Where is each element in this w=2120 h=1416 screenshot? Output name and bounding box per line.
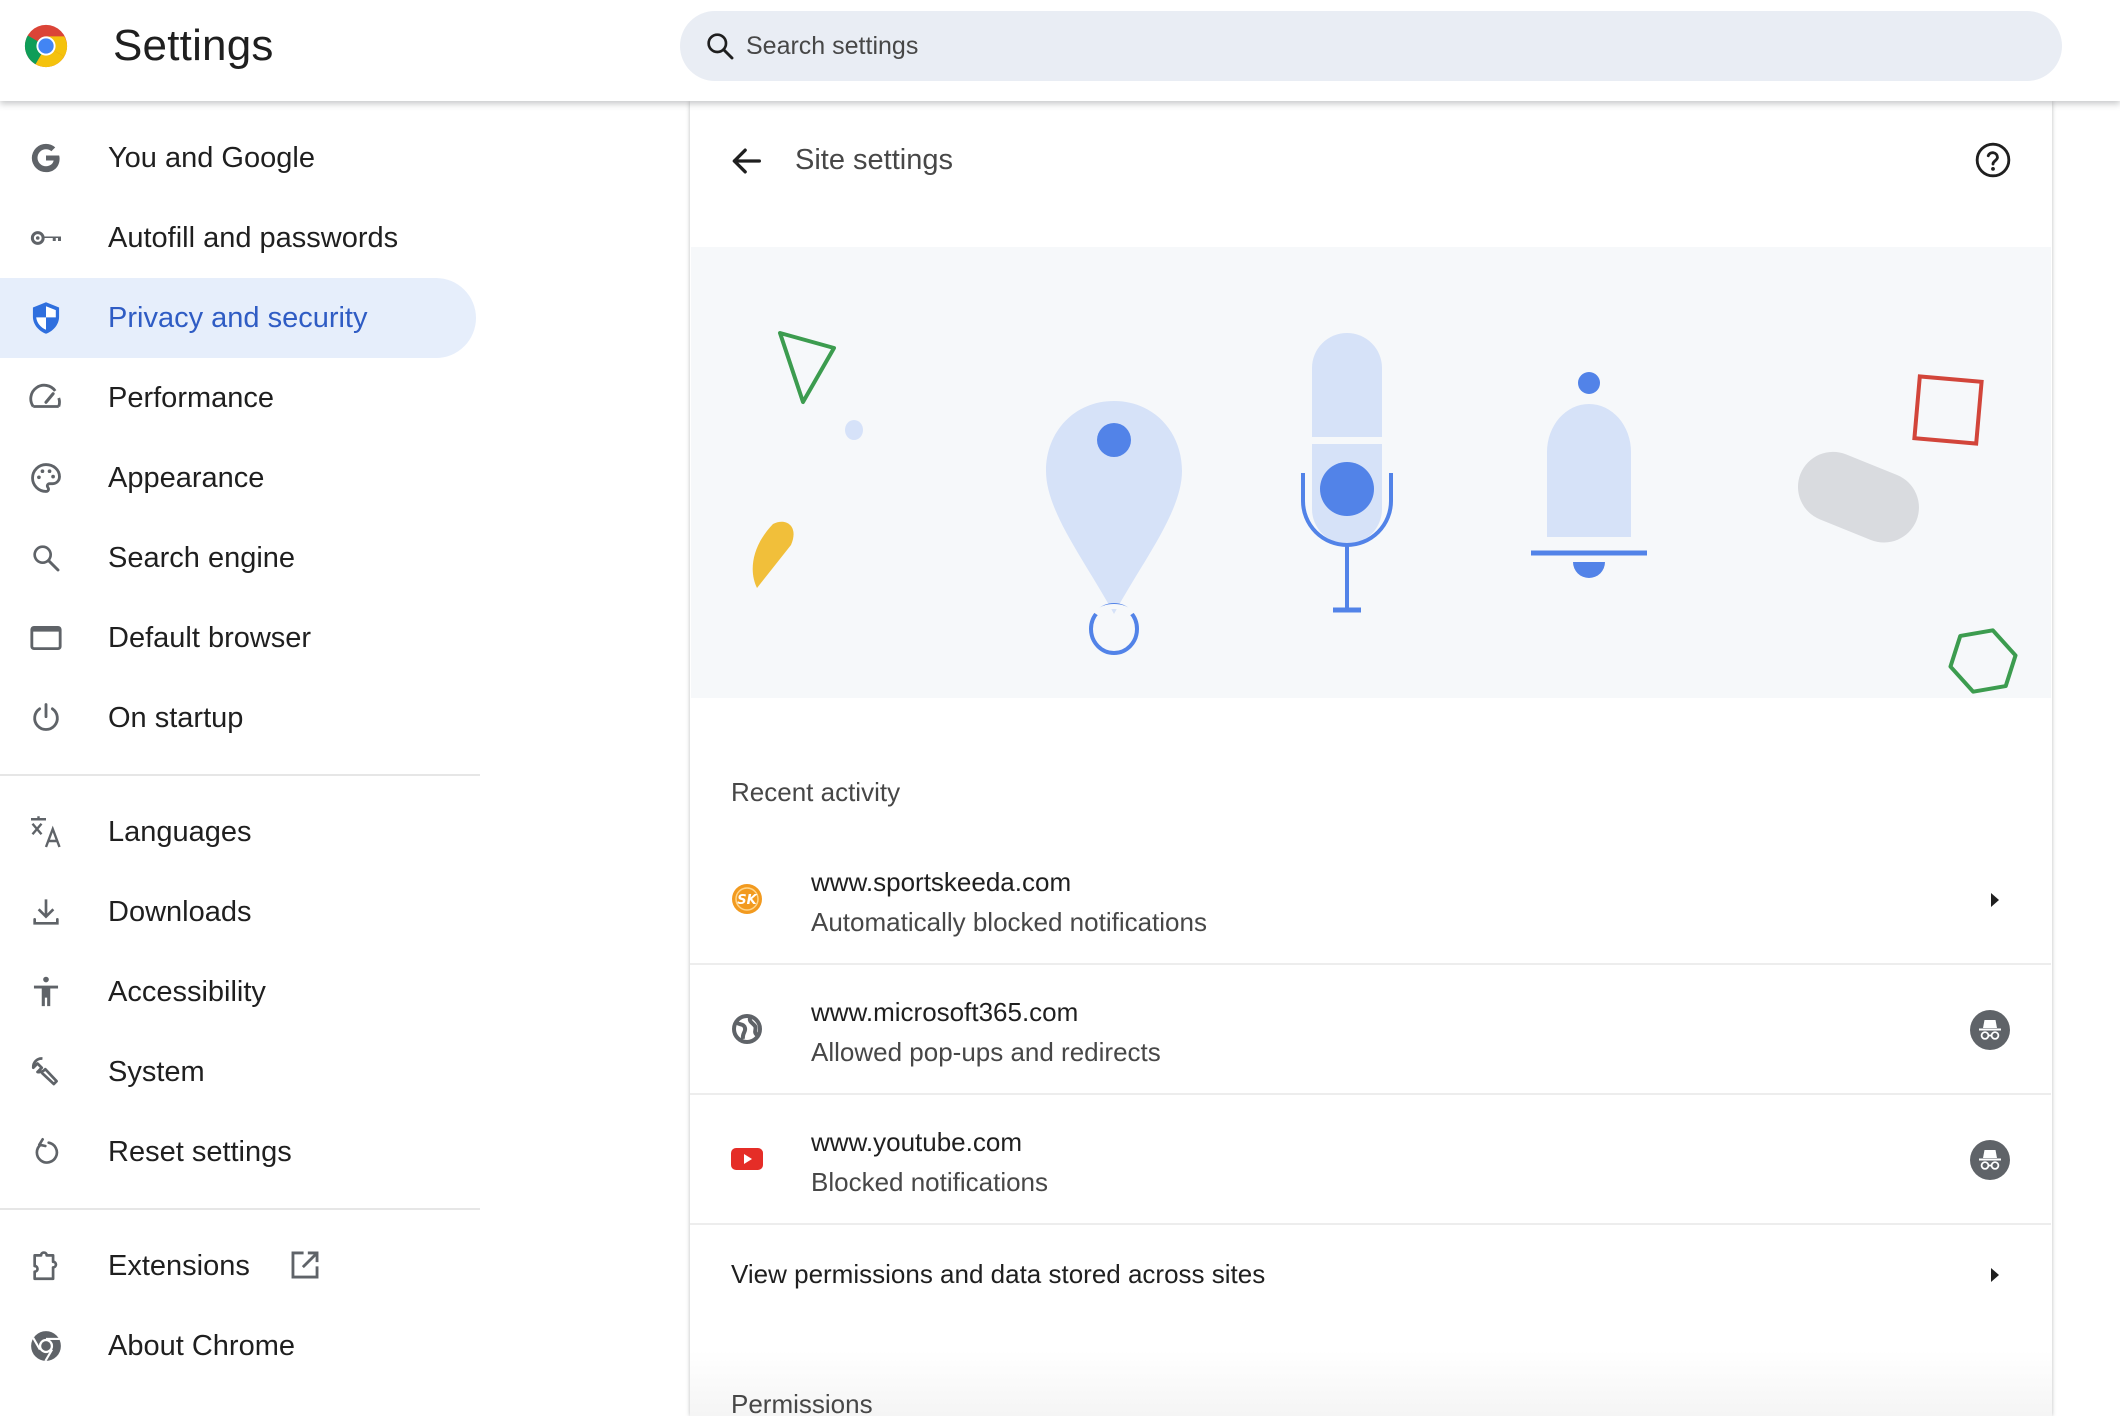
- speedometer-icon: [28, 380, 64, 416]
- chrome-icon: [28, 1328, 64, 1364]
- app-title: Settings: [113, 21, 274, 70]
- site-name: www.microsoft365.com: [811, 997, 1079, 1027]
- permissions-heading: Permissions: [731, 1389, 873, 1416]
- sidebar-item-label: Performance: [108, 382, 275, 414]
- sidebar-item-downloads[interactable]: Downloads: [0, 872, 476, 952]
- browser-window-icon: [28, 620, 64, 656]
- site-action: Blocked notifications: [811, 1167, 1049, 1197]
- sidebar-item-label: Downloads: [108, 896, 252, 928]
- sidebar-item-search-engine[interactable]: Search engine: [0, 518, 476, 598]
- accessibility-icon: [28, 974, 64, 1010]
- back-arrow-icon[interactable]: [726, 141, 766, 181]
- sidebar-divider: [0, 1208, 480, 1210]
- sidebar-item-label: Appearance: [108, 462, 265, 494]
- scroll-fade: [690, 1351, 2052, 1416]
- decor-leaf: [752, 521, 794, 588]
- wrench-icon: [28, 1054, 64, 1090]
- sidebar-item-label: On startup: [108, 702, 244, 734]
- site-settings-header: Site settings: [690, 101, 2052, 247]
- power-icon: [28, 700, 64, 736]
- sidebar-item-extensions[interactable]: Extensions: [0, 1226, 476, 1306]
- incognito-icon: [1970, 1140, 2010, 1180]
- sidebar-item-accessibility[interactable]: Accessibility: [0, 952, 476, 1032]
- search-settings-box[interactable]: [680, 11, 2062, 81]
- sidebar-item-privacy-and-security[interactable]: Privacy and security: [0, 278, 476, 358]
- sidebar-item-appearance[interactable]: Appearance: [0, 438, 476, 518]
- search-icon: [707, 33, 734, 60]
- decor-pill: [1797, 451, 1919, 543]
- sidebar-item-label: Autofill and passwords: [108, 222, 399, 254]
- key-icon: [28, 220, 64, 256]
- recent-activity-row[interactable]: www.youtube.com Blocked notifications: [690, 1095, 2051, 1225]
- sidebar-item-default-browser[interactable]: Default browser: [0, 598, 476, 678]
- recent-activity-row[interactable]: www.microsoft365.com Allowed pop-ups and…: [690, 965, 2051, 1095]
- decor-hexagon: [1948, 628, 2018, 694]
- sportskeeda-favicon-icon: SK: [732, 884, 762, 914]
- sidebar-item-label: Reset settings: [108, 1136, 292, 1168]
- view-permissions-and-data-row[interactable]: View permissions and data stored across …: [690, 1225, 2051, 1325]
- svg-text:SK: SK: [737, 893, 757, 908]
- sidebar-item-label: Accessibility: [108, 976, 266, 1008]
- decor-triangle: [778, 331, 836, 404]
- sidebar-item-label: Privacy and security: [108, 302, 368, 334]
- shield-icon: [28, 300, 64, 336]
- site-settings-card: Site settings Recent activity SK www.spo…: [690, 101, 2052, 1416]
- reset-icon: [28, 1134, 64, 1170]
- settings-sidebar: You and Google Autofill and passwords Pr…: [0, 101, 480, 1416]
- view-permissions-label: View permissions and data stored across …: [731, 1259, 1266, 1289]
- recent-activity-heading: Recent activity: [731, 777, 901, 807]
- globe-icon: [732, 1014, 762, 1044]
- sidebar-item-you-and-google[interactable]: You and Google: [0, 118, 476, 198]
- page-title: Site settings: [795, 144, 953, 176]
- youtube-favicon-icon: [731, 1148, 763, 1170]
- site-action: Automatically blocked notifications: [811, 907, 1207, 937]
- bell-illustration: [1531, 372, 1647, 578]
- sidebar-item-autofill[interactable]: Autofill and passwords: [0, 198, 476, 278]
- sidebar-item-performance[interactable]: Performance: [0, 358, 476, 438]
- sidebar-item-reset-settings[interactable]: Reset settings: [0, 1112, 476, 1192]
- recent-activity-row[interactable]: SK www.sportskeeda.com Automatically blo…: [690, 835, 2051, 965]
- sidebar-item-label: You and Google: [108, 142, 315, 174]
- site-action: Allowed pop-ups and redirects: [811, 1037, 1161, 1067]
- microphone-illustration: [1301, 333, 1393, 613]
- palette-icon: [28, 460, 64, 496]
- site-settings-illustration: [691, 247, 2051, 698]
- site-name: www.youtube.com: [811, 1127, 1022, 1157]
- decor-dot: [845, 420, 863, 440]
- help-icon[interactable]: [1974, 141, 2012, 179]
- sidebar-item-label: System: [108, 1056, 205, 1088]
- puzzle-icon: [28, 1248, 64, 1284]
- sidebar-item-languages[interactable]: Languages: [0, 792, 476, 872]
- sidebar-item-label: Languages: [108, 816, 252, 848]
- arrow-right-icon: [1991, 893, 1999, 907]
- sidebar-item-on-startup[interactable]: On startup: [0, 678, 476, 758]
- chrome-logo-icon: [24, 24, 68, 68]
- sidebar-item-label: About Chrome: [108, 1330, 295, 1362]
- settings-header: Settings: [0, 0, 2120, 101]
- sidebar-item-about-chrome[interactable]: About Chrome: [0, 1306, 476, 1386]
- google-g-icon: [28, 140, 64, 176]
- search-settings-input[interactable]: [746, 11, 2036, 81]
- decor-square: [1912, 374, 1984, 446]
- sidebar-divider: [0, 774, 480, 776]
- location-pin-illustration: [1046, 401, 1182, 655]
- sidebar-item-label: Search engine: [108, 542, 296, 574]
- sidebar-item-system[interactable]: System: [0, 1032, 476, 1112]
- search-icon: [28, 540, 64, 576]
- incognito-icon: [1970, 1010, 2010, 1050]
- translate-icon: [28, 814, 64, 850]
- sidebar-item-label: Default browser: [108, 622, 312, 654]
- sidebar-item-label: Extensions: [108, 1250, 250, 1282]
- open-in-new-icon: [291, 1251, 319, 1279]
- download-icon: [28, 894, 64, 930]
- site-name: www.sportskeeda.com: [811, 867, 1072, 897]
- arrow-right-icon: [1991, 1268, 1999, 1282]
